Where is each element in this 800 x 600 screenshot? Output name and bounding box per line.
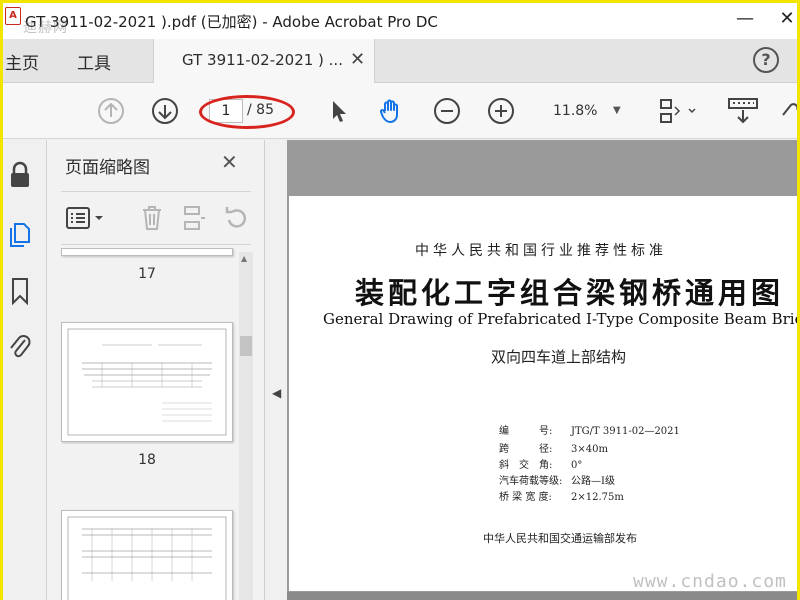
link-icon[interactable] [779,97,797,125]
spec-key: 桥 梁 宽 度: [499,492,552,503]
attachment-icon[interactable] [7,332,33,362]
document-tab-label: GT 3911-02-2021 ) ... [182,51,343,69]
spec-value: 公路—Ⅰ级 [571,476,615,487]
collapse-left-icon[interactable]: ◀ [272,386,281,400]
spec-row: 汽车荷载等级: 公路—Ⅰ级 [499,472,615,487]
options-menu-icon[interactable] [65,206,109,230]
panel-toolbar [61,200,251,236]
page-thumbnails-icon[interactable] [7,218,33,248]
thumbnail-page-17[interactable] [61,248,233,256]
panel-title: 页面缩略图 [65,158,150,178]
next-page-icon[interactable] [151,97,179,125]
thumbnail-page-18[interactable] [61,322,233,442]
divider [61,244,251,245]
document-publisher: 中华人民共和国交通运输部发布 [483,532,637,545]
bookmark-icon[interactable] [7,276,33,306]
menu-tools[interactable]: 工具 [77,49,111,74]
document-tab[interactable]: GT 3911-02-2021 ) ... ✕ [153,39,375,83]
acrobat-app-icon[interactable]: A [5,7,21,25]
select-cursor-icon[interactable] [325,97,353,125]
help-icon[interactable]: ? [753,47,779,73]
divider [61,191,251,192]
previous-page-icon[interactable] [97,97,125,125]
trash-icon[interactable] [139,204,165,232]
document-title: 装配化工字组合梁钢桥通用图 [355,276,785,310]
rotate-icon[interactable] [223,204,249,232]
spec-value: 0° [571,460,583,471]
scroll-up-icon[interactable]: ▲ [241,254,247,263]
thumbnail-drawing [67,516,227,600]
next-page-edge [287,592,797,600]
thumbnails-panel: 页面缩略图 ✕ 17 18 ▲ [47,140,265,600]
close-panel-button[interactable]: ✕ [221,150,238,174]
zoom-in-icon[interactable] [487,97,515,125]
spec-row: 斜 交 角: 0° [499,456,582,471]
spec-value: 3×40m [571,444,608,455]
spec-key: 斜 交 角: [499,460,553,471]
page-display-icon[interactable] [657,97,701,125]
close-window-button[interactable]: ✕ [767,7,800,33]
keyboard-download-icon[interactable] [727,97,759,125]
spec-row: 跨 径: 3×40m [499,440,608,455]
spec-key: 汽车荷载等级: [499,476,563,487]
hand-tool-icon[interactable] [377,97,405,125]
thumbnail-drawing [67,328,227,436]
document-page: 中华人民共和国行业推荐性标准 装配化工字组合梁钢桥通用图 General Dra… [289,196,797,591]
zoom-out-icon[interactable] [433,97,461,125]
minimize-button[interactable]: — [725,7,765,33]
spec-row: 编 号: JTG/T 3911-02—2021 [499,422,680,437]
spec-value: 2×12.75m [571,492,624,503]
document-subtitle: 中华人民共和国行业推荐性标准 [415,243,667,259]
thumbnail-number: 18 [138,452,156,468]
document-english-title: General Drawing of Prefabricated I-Type … [323,310,797,328]
document-viewer[interactable]: 中华人民共和国行业推荐性标准 装配化工字组合梁钢桥通用图 General Dra… [287,140,797,600]
spec-key: 跨 径: [499,444,553,455]
scrollbar-thumb[interactable] [240,336,252,356]
thumbnail-list: 17 18 [47,248,247,600]
thumbnail-number: 17 [138,266,156,282]
spec-key: 编 号: [499,426,553,437]
zoom-level-select[interactable]: 11.8% ▼ [539,98,631,124]
main-toolbar: 1 / 85 11.8% ▼ [3,83,797,139]
highlight-ellipse [199,95,295,129]
spec-value: JTG/T 3911-02—2021 [571,426,680,437]
zoom-level-value: 11.8% [553,103,598,119]
thumbnail-scrollbar[interactable]: ▲ [239,252,253,600]
title-bar: A GT 3911-02-2021 ).pdf (已加密) - Adobe Ac… [3,3,797,39]
lock-icon[interactable] [7,160,33,190]
site-watermark: www.cndao.com [633,571,787,592]
document-part-title: 双向四车道上部结构 [491,348,627,366]
watermark-text: 迪赫网 [23,20,68,36]
spec-row: 桥 梁 宽 度: 2×12.75m [499,488,624,503]
insert-page-icon[interactable] [181,204,207,232]
close-tab-button[interactable]: ✕ [350,49,365,70]
menu-bar: 主页 工具 GT 3911-02-2021 ) ... ✕ ? [3,39,797,83]
thumbnail-page-19[interactable] [61,510,233,600]
panel-collapse-strip[interactable]: ◀ [265,140,287,600]
left-navigation-rail [3,140,47,600]
chevron-down-icon: ▼ [613,105,621,116]
menu-home[interactable]: 主页 [5,49,39,74]
window-title: GT 3911-02-2021 ).pdf (已加密) - Adobe Acro… [25,13,438,31]
